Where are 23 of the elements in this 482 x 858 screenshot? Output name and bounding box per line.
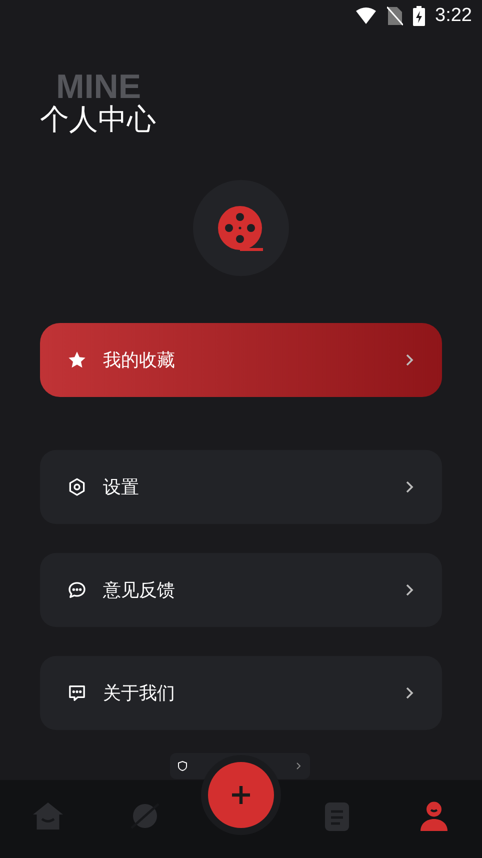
chevron-right-icon [404,583,414,597]
wifi-icon [355,7,378,25]
star-icon [67,350,87,370]
page-title: 个人中心 [40,102,156,136]
menu-item[interactable]: 我的收藏 [40,323,442,397]
status-time: 3:22 [435,4,472,28]
chevron-right-icon [404,480,414,494]
settings-icon [67,477,87,497]
menu-item[interactable]: 关于我们 [40,656,442,730]
chevron-right-icon [404,353,414,367]
menu-item[interactable]: 意见反馈 [40,553,442,627]
chevron-right-icon [296,762,302,770]
chevron-right-icon [404,686,414,700]
header-backdrop-text: MINE [56,72,141,102]
shield-icon [178,761,187,771]
film-reel-icon [217,205,265,251]
chat-bubble-icon [67,580,87,600]
message-icon [67,683,87,703]
battery-charging-icon [413,6,426,26]
plus-icon [230,784,252,806]
add-button[interactable] [208,762,274,828]
no-sim-icon [387,6,404,26]
menu-item[interactable]: 设置 [40,450,442,524]
